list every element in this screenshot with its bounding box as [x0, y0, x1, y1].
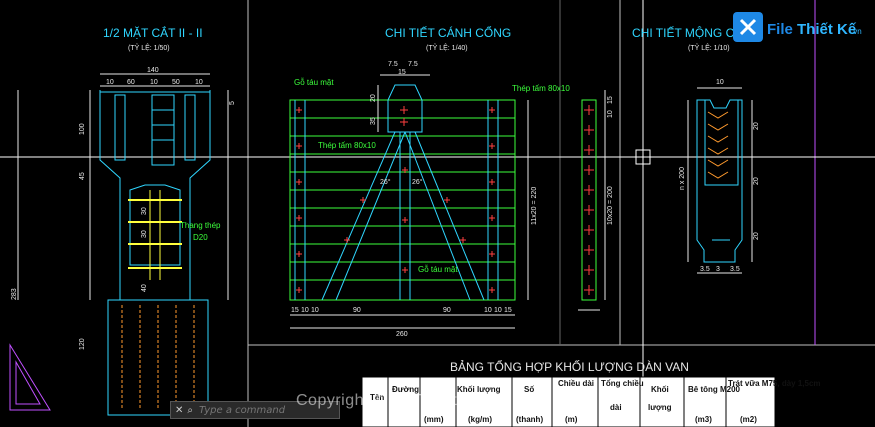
gate-scale: (TỶ LỆ: 1/40): [426, 43, 468, 52]
gate-bottom-dim-3: 10: [311, 307, 319, 314]
copyright-watermark: Copyright © FileThietKe.vn: [296, 392, 501, 409]
note-plate-right: Thép tấm 80x10: [512, 84, 570, 93]
crosshair-cursor: [0, 0, 875, 427]
gate-bottom-dim-8: 15: [504, 307, 512, 314]
gate-bottom-dim-1: 15: [291, 307, 299, 314]
th-sub-length: (m): [565, 415, 578, 424]
section-scale: (TỶ LỆ: 1/50): [128, 43, 170, 52]
section-top-part-2: 60: [127, 79, 135, 86]
foundation-top-dim: 10: [716, 79, 724, 86]
cad-drawing-canvas[interactable]: 1/2 MẶT CẮT II - II (TỶ LỆ: 1/50) 140 10…: [0, 0, 875, 427]
foundation-bottom-dim-1: 3.5: [700, 266, 710, 273]
logo-text-vn: .vn: [851, 27, 862, 36]
th-sub-plaster: (m2): [740, 415, 757, 424]
gate-left-top-dim-1: 20: [370, 94, 377, 102]
gate-bottom-dim-7: 10: [494, 307, 502, 314]
section-left-dim-1: 100: [79, 123, 86, 135]
th-length: Chiều dài: [558, 379, 594, 388]
note-plate-left: Thép tấm 80x10: [318, 141, 376, 150]
command-options-icon[interactable]: ⌕: [187, 405, 193, 416]
section-left-dim-2: 45: [79, 172, 86, 180]
gate-left-top-dim-2: 35: [370, 117, 377, 125]
gate-angle-right: 26°: [412, 178, 423, 186]
logo-text-thietke: Thiết Kế: [797, 21, 857, 38]
section-top-part-5: 10: [195, 79, 203, 86]
th-sub-mass: lượng: [648, 403, 672, 412]
section-top-part-1: 10: [106, 79, 114, 86]
gate-side-top-1: 15: [607, 96, 614, 104]
th-total-length: Tổng chiều: [601, 379, 644, 388]
section-inner-dim-2: 30: [141, 230, 148, 238]
section-top-total: 140: [147, 67, 159, 74]
gate-title: CHI TIẾT CÁNH CỔNG: [385, 25, 511, 40]
foundation-right-dim-2: 20: [753, 177, 760, 185]
table-title: BẢNG TỔNG HỢP KHỐI LƯỢNG DÀN VAN: [450, 359, 689, 374]
logo-text-file: File: [767, 21, 793, 38]
th-sub-concrete: (m3): [695, 415, 712, 424]
foundation-bottom-dim-2: 3: [716, 266, 720, 273]
foundation-right-dim-3: 20: [753, 232, 760, 240]
section-right-dim: 5: [229, 101, 236, 105]
gate-drawing: [289, 74, 606, 329]
foundation-drawing: [687, 87, 753, 274]
gate-bottom-dim-4: 90: [353, 307, 361, 314]
brand-logo: File Thiết Kế .vn: [733, 8, 865, 46]
note-wood-bottom: Gỗ táu mặt: [418, 265, 458, 274]
foundation-left-dim: n x 200: [679, 167, 686, 190]
section-left-dim-7: 120: [79, 338, 86, 350]
gate-angle-left: 26°: [380, 178, 391, 186]
foundation-scale: (TỶ LỆ: 1/10): [688, 43, 730, 52]
section-top-part-4: 50: [172, 79, 180, 86]
th-mass: Khối: [651, 385, 669, 394]
section-left-dim-6: 283: [11, 288, 18, 300]
gate-bottom-total: 260: [396, 331, 408, 338]
command-input[interactable]: [197, 403, 311, 417]
gate-side-top-2: 10: [607, 110, 614, 118]
gate-height-label: 11x20 = 220: [531, 187, 538, 225]
close-icon[interactable]: ✕: [175, 405, 183, 416]
section-drawing: [9, 73, 229, 416]
foundation-bottom-dim-3: 3.5: [730, 266, 740, 273]
th-sub-weight: (kg/m): [468, 415, 492, 424]
section-inner-dim-3: 40: [141, 284, 148, 292]
gate-bottom-dim-2: 10: [301, 307, 309, 314]
th-sub-total: dài: [610, 403, 622, 412]
gate-top-dim-2: 7.5: [408, 61, 418, 68]
ladder-label: Thang thép: [180, 221, 221, 230]
foundation-right-dim-1: 20: [753, 122, 760, 130]
section-inner-dim-1: 30: [141, 207, 148, 215]
gate-top-dim-1: 7.5: [388, 61, 398, 68]
ladder-size: D20: [193, 233, 208, 242]
gate-side-height: 10x20 = 200: [607, 186, 614, 225]
gate-bottom-dim-6: 10: [484, 307, 492, 314]
section-top-part-3: 10: [150, 79, 158, 86]
th-count: Số: [524, 385, 534, 394]
th-sub-diameter: (mm): [424, 415, 444, 424]
gate-top-dim-3: 15: [398, 69, 406, 76]
section-title: 1/2 MẶT CẮT II - II: [103, 25, 203, 40]
th-sub-count: (thanh): [516, 415, 543, 424]
note-wood-top: Gỗ táu mặt: [294, 78, 334, 87]
gate-bottom-dim-5: 90: [443, 307, 451, 314]
th-plaster: Trát vữa M75, dày 1,5cm: [728, 379, 821, 388]
